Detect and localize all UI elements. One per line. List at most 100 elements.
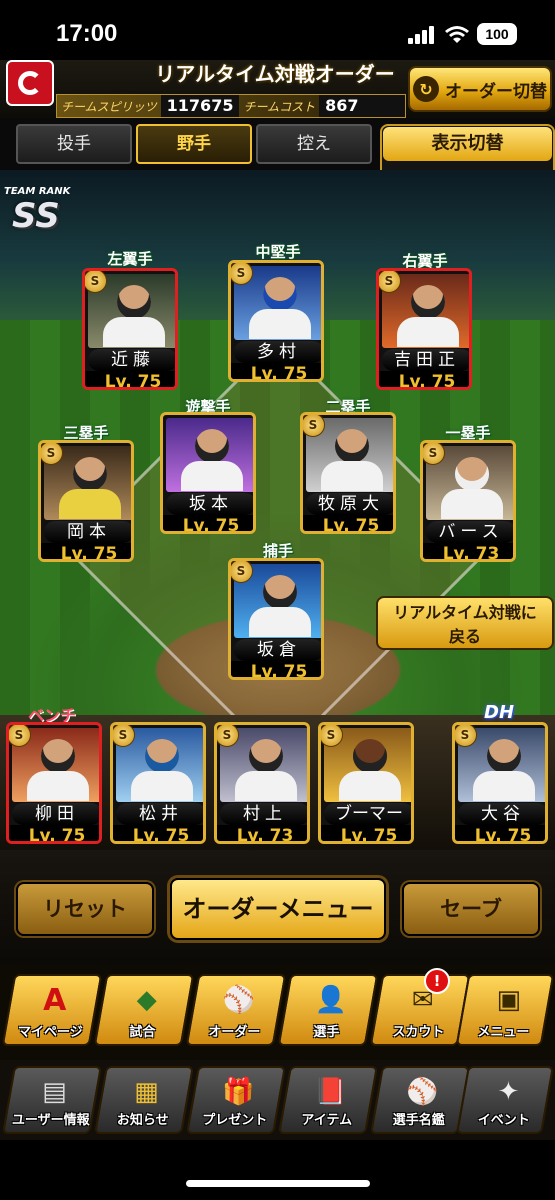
nav-user-info[interactable]: ▤ ユーザー情報 bbox=[2, 1066, 102, 1134]
player-level: Lv. 75 bbox=[113, 825, 203, 841]
player-name: バース bbox=[426, 521, 513, 543]
player-level: Lv. 75 bbox=[231, 661, 321, 677]
back-to-realtime-battle-button[interactable]: リアルタイム対戦に 戻る bbox=[376, 596, 554, 650]
nav-label: イベント bbox=[477, 1113, 530, 1128]
rarity-badge-icon: S bbox=[303, 415, 325, 437]
nav-order[interactable]: ⚾ オーダー bbox=[185, 974, 287, 1046]
player-name: 近藤 bbox=[88, 349, 175, 371]
nav-player-directory[interactable]: ⚾ 選手名鑑 bbox=[370, 1066, 470, 1134]
player-name: ブーマー bbox=[324, 803, 411, 825]
player-name: 坂本 bbox=[166, 493, 253, 515]
battery-icon: 100 bbox=[477, 23, 517, 45]
rarity-badge-icon: S bbox=[379, 271, 401, 293]
player-level: Lv. 75 bbox=[231, 363, 321, 379]
position-label-left-field: 左翼手 bbox=[107, 250, 153, 268]
back-button-line2: 戻る bbox=[448, 627, 481, 646]
nav-label: 試合 bbox=[129, 1025, 156, 1040]
player-card-center-field[interactable]: S 多村 Lv. 75 bbox=[228, 260, 324, 382]
player-name: 村上 bbox=[220, 803, 307, 825]
player-card-catcher[interactable]: S 坂倉 Lv. 75 bbox=[228, 558, 324, 680]
team-spirits-value: 117675 bbox=[160, 95, 240, 117]
wifi-icon bbox=[445, 26, 469, 43]
nav-item[interactable]: 📕 アイテム bbox=[278, 1066, 378, 1134]
rarity-badge-icon: S bbox=[9, 725, 31, 747]
home-indicator[interactable] bbox=[186, 1180, 370, 1187]
status-time: 17:00 bbox=[56, 20, 118, 47]
tab-pitcher[interactable]: 投手 bbox=[16, 124, 132, 164]
nav-label: オーダー bbox=[208, 1025, 261, 1040]
page-title: リアルタイム対戦オーダー bbox=[155, 62, 395, 86]
player-name: 多村 bbox=[234, 341, 321, 363]
nav-scout[interactable]: ✉ スカウト bbox=[369, 974, 471, 1046]
team-stats-bar: チームスピリッツ 117675 チームコスト 867 bbox=[56, 94, 406, 118]
player-card-left-field[interactable]: S 近藤 Lv. 75 bbox=[82, 268, 178, 390]
bench-player-card[interactable]: S 村上 Lv. 73 bbox=[214, 722, 310, 844]
nav-label: メニュー bbox=[477, 1025, 530, 1040]
player-card-first-base[interactable]: S バース Lv. 73 bbox=[420, 440, 516, 562]
player-card-third-base[interactable]: S 岡本 Lv. 75 bbox=[38, 440, 134, 562]
tab-fielder[interactable]: 野手 bbox=[136, 124, 252, 164]
tab-reserve[interactable]: 控え bbox=[256, 124, 372, 164]
home-indicator-area bbox=[0, 1140, 555, 1200]
player-level: Lv. 73 bbox=[423, 543, 513, 559]
rarity-badge-icon: S bbox=[85, 271, 107, 293]
player-card-right-field[interactable]: S 吉田正 Lv. 75 bbox=[376, 268, 472, 390]
menu-mascot-icon: ▣ bbox=[496, 985, 522, 1015]
rarity-badge-icon: S bbox=[231, 561, 253, 583]
nav-label: スカウト bbox=[392, 1025, 445, 1040]
nav-label: 選手 bbox=[313, 1025, 340, 1040]
display-toggle-button[interactable]: 表示切替 bbox=[383, 127, 552, 161]
refresh-icon: ↻ bbox=[413, 76, 439, 102]
diamond-field-icon: ⚾ bbox=[222, 985, 255, 1015]
nav-match[interactable]: ◆ 試合 bbox=[93, 974, 195, 1046]
player-name: 松井 bbox=[116, 803, 203, 825]
team-spirits-label: チームスピリッツ bbox=[61, 99, 157, 114]
nav-label: お知らせ bbox=[116, 1113, 169, 1128]
gift-icon: 🎁 bbox=[222, 1077, 255, 1107]
rarity-badge-icon: S bbox=[423, 443, 445, 465]
news-icon: ▦ bbox=[134, 1077, 159, 1107]
nav-event[interactable]: ✦ イベント bbox=[456, 1066, 554, 1134]
rarity-badge-icon: S bbox=[217, 725, 239, 747]
dh-player-card[interactable]: S 大谷 Lv. 75 bbox=[452, 722, 548, 844]
bench-player-card[interactable]: S 松井 Lv. 75 bbox=[110, 722, 206, 844]
player-card-second-base[interactable]: S 牧原大 Lv. 75 bbox=[300, 412, 396, 534]
nav-present[interactable]: 🎁 プレゼント bbox=[186, 1066, 286, 1134]
bench-player-card[interactable]: S ブーマー Lv. 75 bbox=[318, 722, 414, 844]
batter-icon: ⚾ bbox=[406, 1077, 439, 1107]
save-button[interactable]: セーブ bbox=[402, 882, 540, 936]
bench-player-card[interactable]: S 柳田 Lv. 75 bbox=[6, 722, 102, 844]
player-icon: 👤 bbox=[314, 985, 347, 1015]
team-cost-value: 867 bbox=[319, 95, 405, 117]
nav-menu[interactable]: ▣ メニュー bbox=[455, 974, 555, 1046]
order-menu-button[interactable]: オーダーメニュー bbox=[170, 878, 386, 940]
team-cost-label: チームコスト bbox=[243, 99, 316, 114]
nav-players[interactable]: 👤 選手 bbox=[277, 974, 379, 1046]
player-card-shortstop[interactable]: 坂本 Lv. 75 bbox=[160, 412, 256, 534]
player-name: 吉田正 bbox=[382, 349, 469, 371]
back-button-line1: リアルタイム対戦に bbox=[393, 603, 537, 622]
order-switch-button[interactable]: ↻ オーダー切替 bbox=[408, 66, 552, 112]
stadium-icon: ◆ bbox=[136, 985, 157, 1015]
nav-label: プレゼント bbox=[202, 1113, 268, 1128]
notification-badge-icon: ! bbox=[424, 968, 450, 994]
user-card-icon: ▤ bbox=[42, 1077, 67, 1107]
rarity-badge-icon: S bbox=[113, 725, 135, 747]
nav-label: アイテム bbox=[301, 1113, 353, 1128]
player-name: 岡本 bbox=[44, 521, 131, 543]
player-name: 大谷 bbox=[458, 803, 545, 825]
nav-news[interactable]: ▦ お知らせ bbox=[94, 1066, 194, 1134]
signal-icon bbox=[408, 26, 436, 44]
nav-label: ユーザー情報 bbox=[11, 1113, 90, 1128]
rarity-badge-icon: S bbox=[41, 443, 63, 465]
player-name: 柳田 bbox=[12, 803, 99, 825]
player-level: Lv. 73 bbox=[217, 825, 307, 841]
mypage-icon: A bbox=[43, 982, 67, 1018]
event-bat-ball-icon: ✦ bbox=[497, 1077, 520, 1107]
item-book-icon: 📕 bbox=[314, 1077, 347, 1107]
nav-mypage[interactable]: A マイページ bbox=[1, 974, 103, 1046]
rarity-badge-icon: S bbox=[321, 725, 343, 747]
reset-button[interactable]: リセット bbox=[16, 882, 154, 936]
player-level: Lv. 75 bbox=[303, 515, 393, 531]
dh-label: DH bbox=[484, 702, 515, 723]
